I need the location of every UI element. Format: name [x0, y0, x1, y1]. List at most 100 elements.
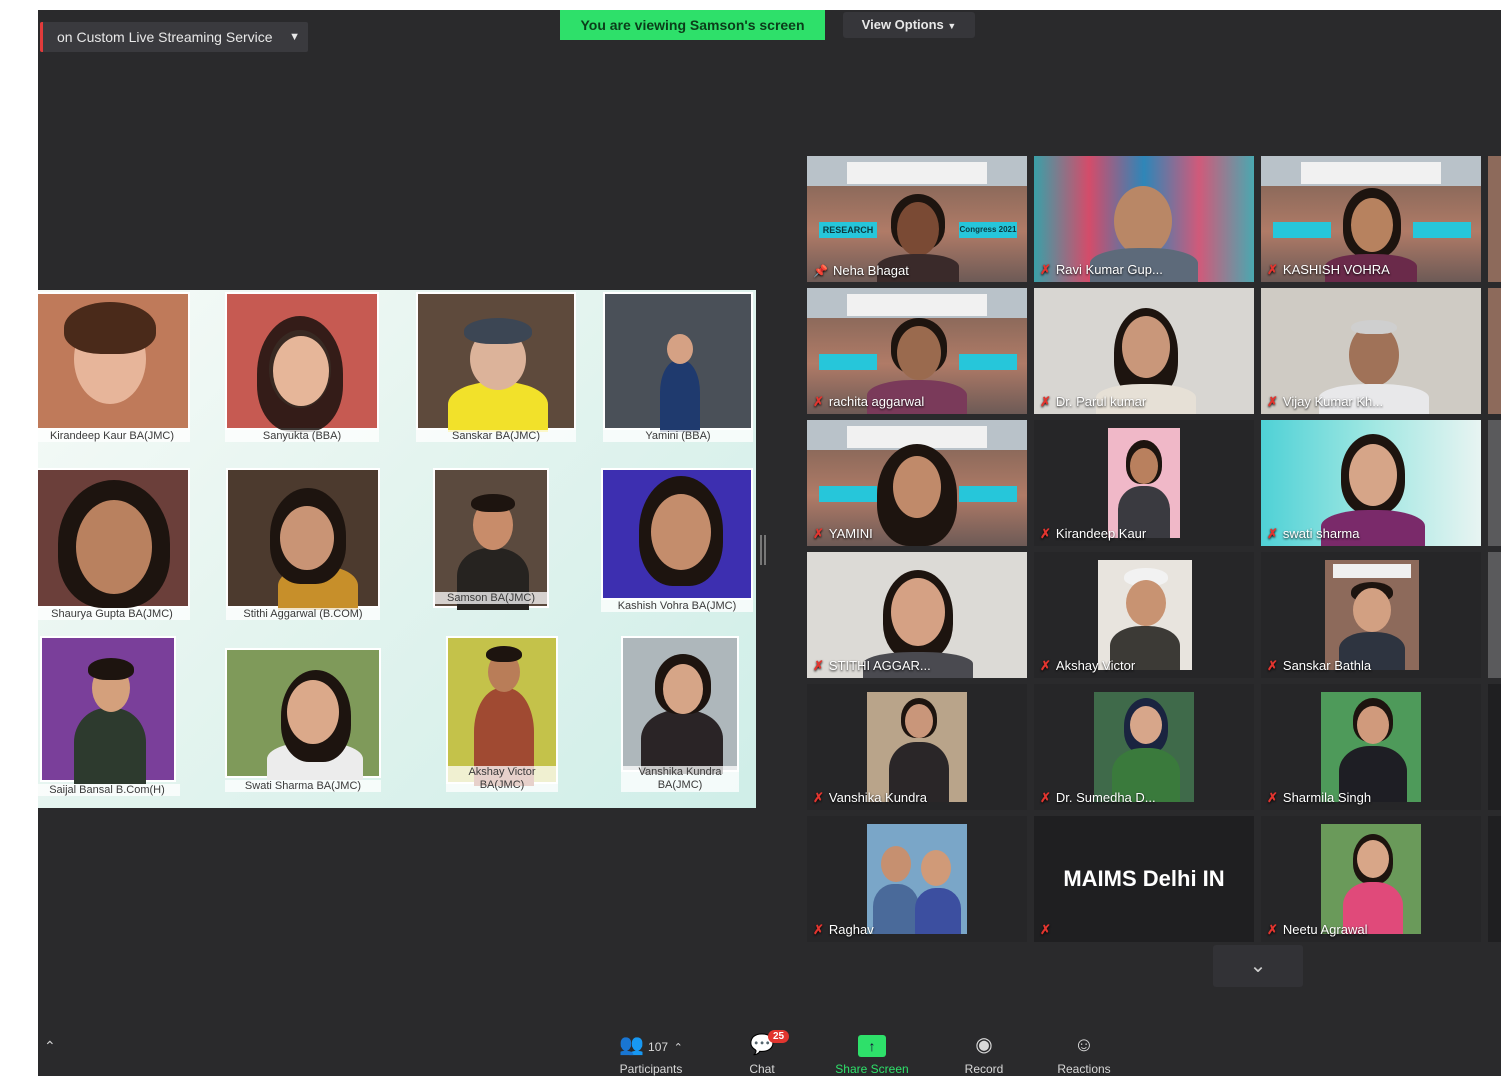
muted-mic-icon: ✗	[813, 658, 824, 673]
participant-tile[interactable]: MAIMS Delhi IN ✗	[1034, 816, 1254, 942]
background-banner	[847, 162, 987, 184]
research-chip: RESEARCH	[819, 222, 877, 238]
participant-name: ✗ swati sharma	[1267, 526, 1359, 542]
view-options-button[interactable]: View Options ▼	[843, 12, 975, 38]
student-label: Sanskar BA(JMC)	[416, 430, 576, 442]
muted-mic-icon: ✗	[813, 922, 824, 937]
participant-tile-partial[interactable]	[1488, 420, 1501, 546]
participant-tile-partial[interactable]	[1488, 156, 1501, 282]
face	[897, 202, 939, 256]
participant-tile[interactable]: ✗ Neetu Agrawal	[1261, 816, 1481, 942]
participant-name-text: Ravi Kumar Gup...	[1055, 262, 1163, 277]
student-label: Akshay Victor BA(JMC)	[446, 766, 558, 792]
student-label: Vanshika Kundra BA(JMC)	[621, 766, 739, 792]
face	[1349, 444, 1397, 506]
profile-photo	[1098, 560, 1192, 670]
participant-name: ✗ Vijay Kumar Kh...	[1267, 394, 1383, 410]
face	[905, 704, 933, 738]
hair	[64, 302, 156, 354]
participant-tile[interactable]: ✗ Sharmila Singh	[1261, 684, 1481, 810]
student-photo	[40, 636, 176, 784]
participant-tile[interactable]: ✗ KASHISH VOHRA	[1261, 156, 1481, 282]
participant-name: ✗ KASHISH VOHRA	[1267, 262, 1390, 278]
participant-tile[interactable]: ✗ Vijay Kumar Kh...	[1261, 288, 1481, 414]
muted-mic-icon: ✗	[1267, 658, 1278, 673]
muted-mic-icon: ✗	[1267, 790, 1278, 805]
face	[897, 326, 941, 380]
meeting-toolbar: ⌃ 👥 107 ⌃ Participants 💬 25 Chat ↑ Share …	[38, 1024, 1501, 1076]
participant-tile[interactable]: ✗ Dr. Parul kumar	[1034, 288, 1254, 414]
shirt	[641, 710, 723, 774]
profile-photo	[867, 692, 967, 802]
student-photo	[225, 292, 379, 432]
participant-tile-partial[interactable]	[1488, 288, 1501, 414]
profile-photo	[1321, 692, 1421, 802]
chevron-up-icon[interactable]: ⌃	[44, 1038, 56, 1055]
participant-tile[interactable]: ✗ STITHI AGGAR...	[807, 552, 1027, 678]
face	[1357, 840, 1389, 878]
participant-tile[interactable]: ✗ YAMINI	[807, 420, 1027, 546]
participant-tile[interactable]: ✗ Ravi Kumar Gup...	[1034, 156, 1254, 282]
participant-name-text: Sharmila Singh	[1282, 790, 1372, 805]
participant-tile-partial[interactable]	[1488, 684, 1501, 810]
live-stream-label: on Custom Live Streaming Service	[57, 29, 273, 45]
student-photo	[225, 648, 381, 780]
face	[1122, 316, 1170, 378]
muted-mic-icon: ✗	[1040, 262, 1051, 277]
muted-mic-icon: ✗	[813, 394, 824, 409]
record-label: Record	[964, 1062, 1004, 1076]
student-label: Samson BA(JMC)	[433, 592, 549, 604]
muted-mic-icon: ✗	[1267, 526, 1278, 541]
participant-tile[interactable]: ✗ Raghav	[807, 816, 1027, 942]
participant-name-text: Vijay Kumar Kh...	[1282, 394, 1384, 409]
muted-mic-icon: ✗	[1267, 394, 1278, 409]
participant-tile[interactable]: ✗ rachita aggarwal	[807, 288, 1027, 414]
face	[1130, 706, 1162, 744]
participant-name-text: swati sharma	[1282, 526, 1360, 541]
research-chip	[819, 354, 877, 370]
chat-icon: 💬	[749, 1034, 775, 1056]
muted-mic-icon: ✗	[1267, 262, 1278, 277]
shared-screen-slide: Kirandeep Kaur BA(JMC) Sanyukta (BBA) Sa…	[38, 290, 756, 808]
background-banner	[847, 294, 987, 316]
participant-tile[interactable]: ✗ Vanshika Kundra	[807, 684, 1027, 810]
participant-tile-partial[interactable]	[1488, 552, 1501, 678]
face	[881, 846, 911, 882]
view-splitter-handle[interactable]	[760, 535, 766, 565]
student-label: Stithi Aggarwal (B.COM)	[226, 608, 380, 620]
reactions-button[interactable]: ☺ Reactions	[1036, 1030, 1132, 1076]
profile-photo	[1325, 560, 1419, 670]
participant-name-text: Dr. Sumedha D...	[1055, 790, 1156, 805]
chevron-up-icon[interactable]: ⌃	[674, 1042, 683, 1054]
reactions-icon: ☺	[1073, 1034, 1095, 1056]
participant-tile-partial[interactable]	[1488, 816, 1501, 942]
participants-button[interactable]: 👥 107 ⌃ Participants	[586, 1030, 716, 1076]
participant-name-text: Akshay Victor	[1055, 658, 1136, 673]
participant-name: 📌 Neha Bhagat	[813, 263, 909, 278]
face	[287, 680, 339, 744]
live-stream-button[interactable]: on Custom Live Streaming Service ▼	[40, 22, 308, 52]
participant-tile[interactable]: ✗ swati sharma	[1261, 420, 1481, 546]
student-photo	[433, 468, 549, 610]
participant-name: ✗ Ravi Kumar Gup...	[1040, 262, 1163, 278]
outfit	[660, 360, 700, 432]
record-button[interactable]: ◉ Record	[936, 1030, 1032, 1076]
participant-tile[interactable]: ✗ Kirandeep Kaur	[1034, 420, 1254, 546]
record-icon: ◉	[975, 1034, 993, 1056]
student-photo	[416, 292, 576, 432]
participant-tile[interactable]: RESEARCH Congress 2021 📌 Neha Bhagat	[807, 156, 1027, 282]
participant-name-text: Raghav	[828, 922, 874, 937]
student-photo	[601, 468, 753, 600]
muted-mic-icon: ✗	[813, 526, 824, 541]
share-screen-button[interactable]: ↑ Share Screen	[824, 1030, 920, 1076]
muted-mic-icon: ✗	[1040, 790, 1051, 805]
participant-tile[interactable]: ✗ Sanskar Bathla	[1261, 552, 1481, 678]
participant-tile[interactable]: ✗ Akshay Victor	[1034, 552, 1254, 678]
participant-name: ✗ Vanshika Kundra	[813, 790, 927, 806]
participant-tile[interactable]: ✗ Dr. Sumedha D...	[1034, 684, 1254, 810]
face	[891, 578, 945, 646]
chat-button[interactable]: 💬 25 Chat	[714, 1030, 810, 1076]
face	[1351, 198, 1393, 252]
gallery-scroll-down-button[interactable]: ⌄	[1213, 945, 1303, 987]
congress-chip	[959, 486, 1017, 502]
